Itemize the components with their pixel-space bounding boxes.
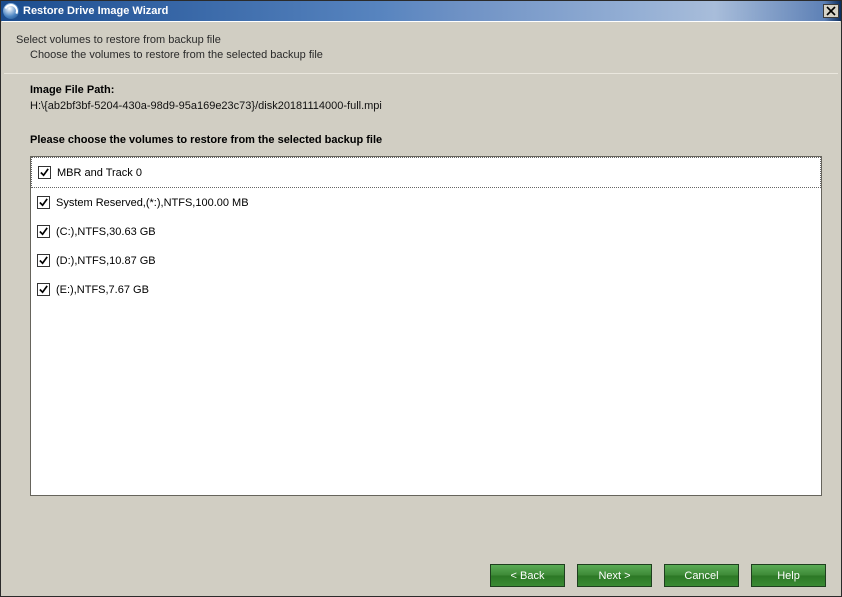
list-item[interactable]: (C:),NTFS,30.63 GB xyxy=(31,217,821,246)
wizard-window: Restore Drive Image Wizard Select volume… xyxy=(0,0,842,597)
close-button[interactable] xyxy=(823,4,839,18)
help-button[interactable]: Help xyxy=(751,564,826,587)
volume-label: (E:),NTFS,7.67 GB xyxy=(56,284,149,296)
app-icon xyxy=(3,3,19,19)
volume-label: (C:),NTFS,30.63 GB xyxy=(56,226,156,238)
list-item[interactable]: (D:),NTFS,10.87 GB xyxy=(31,246,821,275)
wizard-page: Select volumes to restore from backup fi… xyxy=(2,21,840,595)
list-item[interactable]: MBR and Track 0 xyxy=(31,157,821,188)
select-volumes-label: Please choose the volumes to restore fro… xyxy=(30,134,822,146)
cancel-button[interactable]: Cancel xyxy=(664,564,739,587)
next-button[interactable]: Next > xyxy=(577,564,652,587)
intro-main-text: Select volumes to restore from backup fi… xyxy=(16,34,834,46)
image-file-path-value: H:\{ab2bf3bf-5204-430a-98d9-95a169e23c73… xyxy=(30,100,822,112)
volumes-listbox[interactable]: MBR and Track 0 System Reserved,(*:),NTFS… xyxy=(30,156,822,496)
volume-checkbox[interactable] xyxy=(38,166,51,179)
titlebar: Restore Drive Image Wizard xyxy=(1,1,841,21)
volume-label: MBR and Track 0 xyxy=(57,167,142,179)
volume-checkbox[interactable] xyxy=(37,225,50,238)
back-button[interactable]: < Back xyxy=(490,564,565,587)
intro-block: Select volumes to restore from backup fi… xyxy=(2,22,840,73)
list-item[interactable]: (E:),NTFS,7.67 GB xyxy=(31,275,821,304)
image-file-path-label: Image File Path: xyxy=(30,84,822,96)
titlebar-left: Restore Drive Image Wizard xyxy=(3,3,168,19)
window-title: Restore Drive Image Wizard xyxy=(23,5,168,17)
volume-label: System Reserved,(*:),NTFS,100.00 MB xyxy=(56,197,249,209)
button-row: < Back Next > Cancel Help xyxy=(490,564,826,587)
volume-checkbox[interactable] xyxy=(37,254,50,267)
volume-checkbox[interactable] xyxy=(37,196,50,209)
intro-sub-text: Choose the volumes to restore from the s… xyxy=(16,49,834,61)
volume-checkbox[interactable] xyxy=(37,283,50,296)
list-item[interactable]: System Reserved,(*:),NTFS,100.00 MB xyxy=(31,188,821,217)
volume-label: (D:),NTFS,10.87 GB xyxy=(56,255,156,267)
